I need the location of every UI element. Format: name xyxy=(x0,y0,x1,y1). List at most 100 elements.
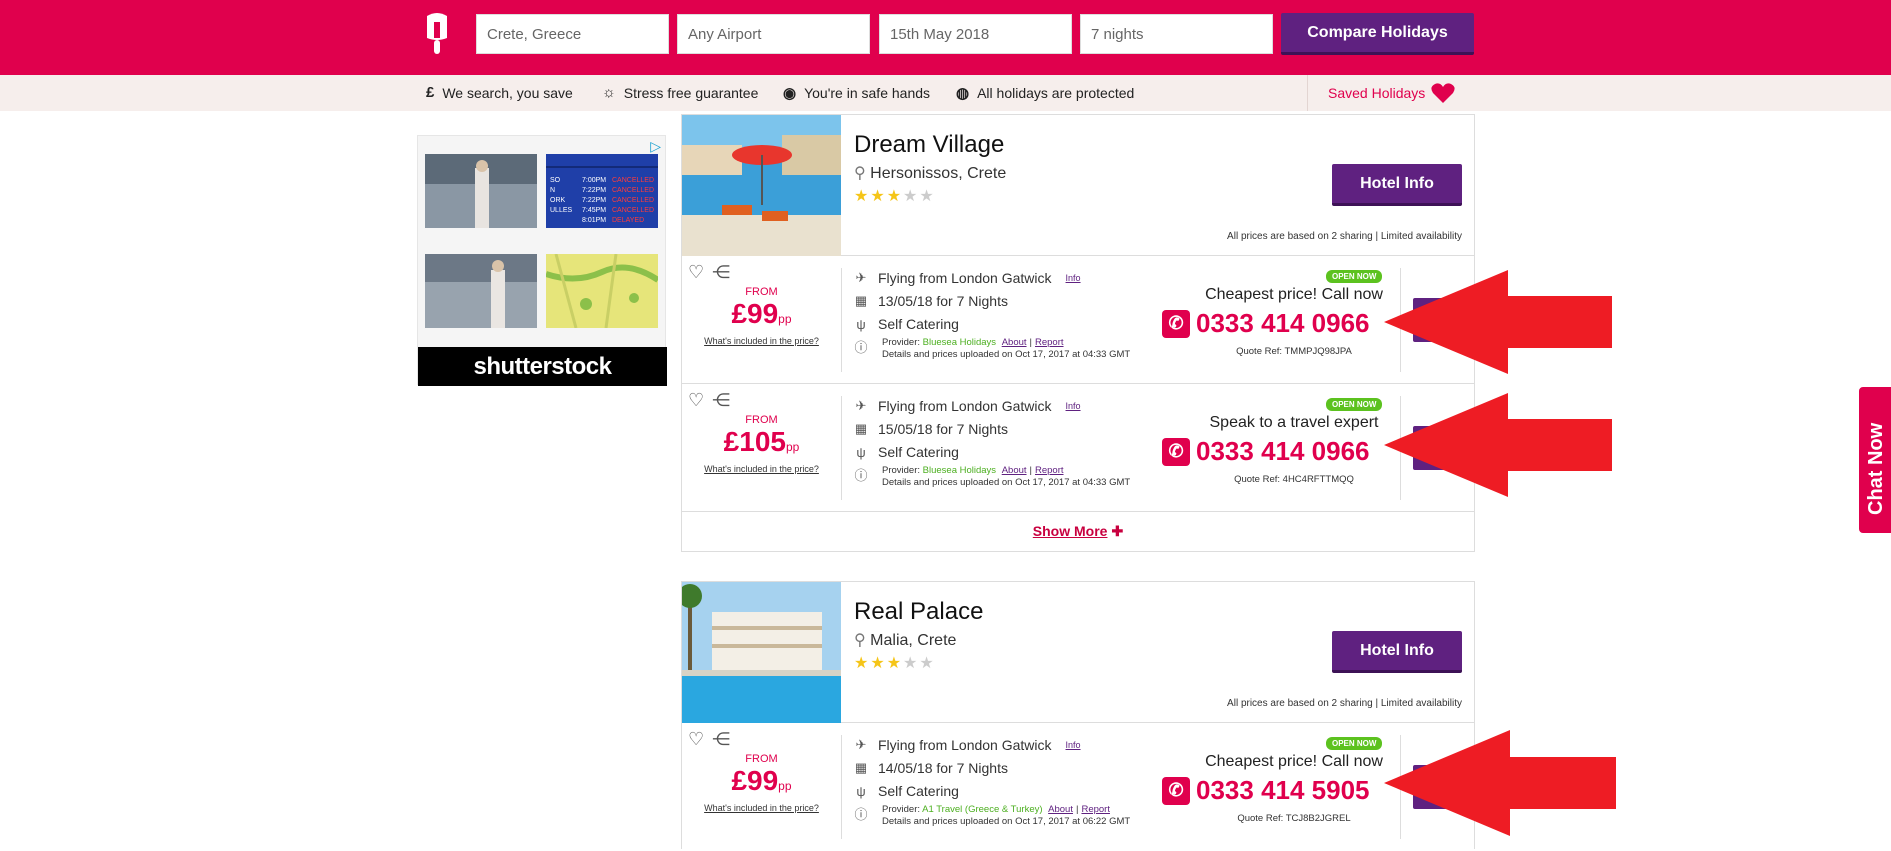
show-more-link[interactable]: Show More ✚ xyxy=(682,512,1474,551)
hotel-info-button[interactable]: Hotel Info xyxy=(1332,164,1462,206)
chat-now-tab[interactable]: Chat Now xyxy=(1857,385,1891,535)
share-icon[interactable]: ⋲ xyxy=(712,390,730,411)
map-pin-icon: ⚲ xyxy=(854,165,866,182)
hotel-location: ⚲ Hersonissos, Crete xyxy=(854,163,1006,183)
uploaded-note: Details and prices uploaded on Oct 17, 2… xyxy=(882,477,1131,488)
svg-text:8:01PM: 8:01PM xyxy=(582,217,606,224)
price: £99pp xyxy=(682,765,841,797)
price: £99pp xyxy=(682,298,841,330)
compare-holidays-button[interactable]: Compare Holidays xyxy=(1281,13,1474,55)
usp-label: We search, you save xyxy=(442,84,573,101)
star-rating: ★★★★★ xyxy=(854,188,936,205)
phone-text: 0333 414 0966 xyxy=(1196,308,1370,338)
info-icon: ⓘ xyxy=(854,468,868,483)
about-link[interactable]: About xyxy=(1002,465,1027,476)
adchoices-icon[interactable]: ▷ xyxy=(650,138,661,155)
annotation-arrow-icon xyxy=(1384,730,1616,836)
board-text: Self Catering xyxy=(878,316,959,332)
hotel-name[interactable]: Dream Village xyxy=(854,131,1004,159)
hotel-info-button[interactable]: Hotel Info xyxy=(1332,631,1462,673)
report-link[interactable]: Report xyxy=(1035,465,1064,476)
per-person: pp xyxy=(778,779,792,793)
whats-included-link[interactable]: What's included in the price? xyxy=(682,803,841,813)
whats-included-link[interactable]: What's included in the price? xyxy=(682,464,841,474)
per-person: pp xyxy=(778,312,792,326)
provider-name[interactable]: Bluesea Holidays xyxy=(923,337,996,348)
ad-image-airport xyxy=(425,154,537,228)
plus-icon: ✚ xyxy=(1111,523,1124,539)
provider-name[interactable]: A1 Travel (Greece & Turkey) xyxy=(922,804,1042,815)
heart-icon xyxy=(1431,83,1455,103)
date-input[interactable]: 15th May 2018 xyxy=(879,14,1072,54)
flight-text: Flying from London Gatwick xyxy=(878,737,1052,753)
price-value: £99 xyxy=(731,298,779,329)
cutlery-icon: ψ xyxy=(856,444,866,460)
provider-name[interactable]: Bluesea Holidays xyxy=(923,465,996,476)
about-link[interactable]: About xyxy=(1002,337,1027,348)
ad-brand-logo[interactable]: shutterstock xyxy=(418,347,667,386)
usp-we-search: £ We search, you save xyxy=(426,84,573,101)
location-text: Malia, Crete xyxy=(870,632,957,649)
phone-number[interactable]: ✆ 0333 414 5905 xyxy=(1162,775,1370,806)
flight-info-link[interactable]: Info xyxy=(1066,401,1081,411)
usp-label: Stress free guarantee xyxy=(623,84,759,101)
dates-text: 15/05/18 for 7 Nights xyxy=(878,421,1008,437)
report-link[interactable]: Report xyxy=(1035,337,1064,348)
hotel-photo[interactable] xyxy=(682,582,841,723)
hotel-name[interactable]: Real Palace xyxy=(854,598,983,626)
per-person: pp xyxy=(785,440,800,454)
price-value: £105 xyxy=(723,426,786,457)
flight-text: Flying from London Gatwick xyxy=(878,398,1052,414)
ad-image-departure-board: SO 7:00PM CANCELLED N 7:22PM CANCELLED ORK 7:… xyxy=(546,154,658,228)
ad-image-map xyxy=(546,254,658,328)
dates-text: 13/05/18 for 7 Nights xyxy=(878,293,1008,309)
provider-line: Provider: Bluesea Holidays About | Report xyxy=(882,337,1064,348)
pound-icon: £ xyxy=(426,84,435,101)
flight-info-link[interactable]: Info xyxy=(1066,740,1081,750)
lolly-logo-icon[interactable] xyxy=(424,12,450,56)
report-link[interactable]: Report xyxy=(1081,804,1110,815)
share-icon[interactable]: ⋲ xyxy=(712,729,730,750)
svg-text:CANCELLED: CANCELLED xyxy=(612,207,654,214)
uploaded-note: Details and prices uploaded on Oct 17, 2… xyxy=(882,349,1131,360)
hotel-location: ⚲ Malia, Crete xyxy=(854,630,956,650)
calendar-icon: ▦ xyxy=(854,760,868,775)
board-text: Self Catering xyxy=(878,783,959,799)
ad-image-traveller xyxy=(425,254,537,328)
top-search-bar: Crete, Greece Any Airport 15th May 2018 … xyxy=(0,0,1891,75)
plane-icon: ✈ xyxy=(855,398,867,413)
svg-text:N: N xyxy=(550,187,555,194)
star-rating: ★★★★★ xyxy=(854,655,936,672)
heart-outline-icon[interactable]: ♡ xyxy=(688,390,704,411)
hotel-photo[interactable] xyxy=(682,115,841,256)
phone-icon: ✆ xyxy=(1162,309,1190,338)
phone-number[interactable]: ✆ 0333 414 0966 xyxy=(1162,308,1370,339)
destination-input[interactable]: Crete, Greece xyxy=(476,14,669,54)
flight-info-link[interactable]: Info xyxy=(1066,273,1081,283)
svg-text:7:22PM: 7:22PM xyxy=(582,197,606,204)
usp-label: You're in safe hands xyxy=(804,85,931,101)
board-text: Self Catering xyxy=(878,444,959,460)
airport-select[interactable]: Any Airport xyxy=(677,14,870,54)
flight-text: Flying from London Gatwick xyxy=(878,270,1052,286)
heart-outline-icon[interactable]: ♡ xyxy=(688,729,704,750)
info-icon: ⓘ xyxy=(854,807,868,822)
cutlery-icon: ψ xyxy=(856,316,866,332)
calendar-icon: ▦ xyxy=(854,293,868,308)
shield-pound-icon: ◍ xyxy=(956,85,970,102)
offer-row: ♡ ⋲ FROM £99pp What's included in the pri… xyxy=(682,256,1474,384)
advert[interactable]: ▷ SO 7:00PM CANCELLED N 7:22PM CANCELLED ORK… xyxy=(417,135,667,386)
whats-included-link[interactable]: What's included in the price? xyxy=(682,336,841,346)
nights-select[interactable]: 7 nights xyxy=(1080,14,1273,54)
svg-text:ORK: ORK xyxy=(550,197,566,204)
svg-text:7:22PM: 7:22PM xyxy=(582,187,606,194)
share-icon[interactable]: ⋲ xyxy=(712,262,730,283)
saved-holidays-link[interactable]: Saved Holidays xyxy=(1307,75,1474,111)
phone-number[interactable]: ✆ 0333 414 0966 xyxy=(1162,436,1370,467)
sharing-note: All prices are based on 2 sharing | Limi… xyxy=(1227,231,1462,242)
usp-bar: £ We search, you save ☼ Stress free guar… xyxy=(0,75,1891,111)
show-more-label: Show More xyxy=(1032,523,1108,539)
hotel-card: Real Palace ⚲ Malia, Crete ★★★★★ Hotel I… xyxy=(681,581,1475,849)
about-link[interactable]: About xyxy=(1048,804,1073,815)
heart-outline-icon[interactable]: ♡ xyxy=(688,262,704,283)
